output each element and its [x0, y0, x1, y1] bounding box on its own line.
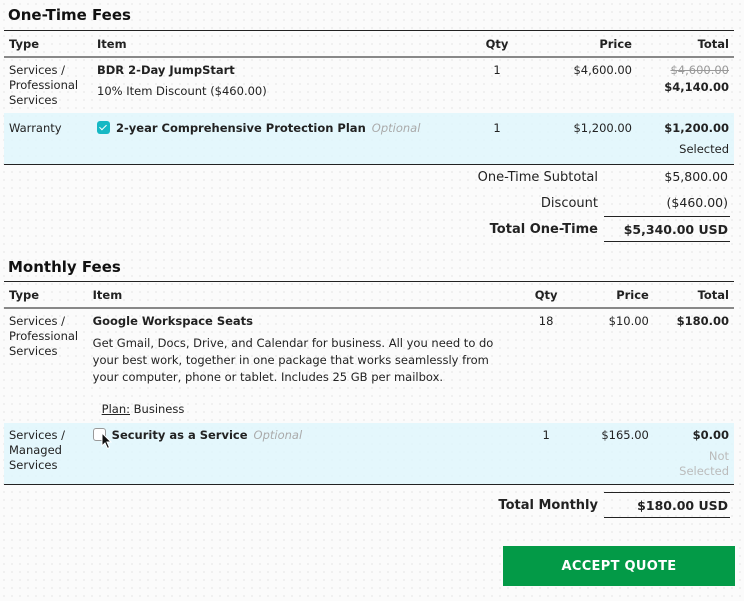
header-qty: Qty: [518, 282, 575, 309]
item-name: Security as a Service: [112, 428, 248, 442]
row-item: Google Workspace Seats Get Gmail, Docs, …: [88, 308, 518, 423]
optional-label: Optional: [254, 428, 303, 442]
total-monthly-row: Total Monthly $180.00 USD: [498, 492, 730, 518]
item-name: BDR 2-Day JumpStart: [97, 63, 452, 78]
checkbox-checked[interactable]: [97, 121, 110, 134]
one-time-fees-title: One-Time Fees: [8, 6, 131, 24]
accept-quote-button[interactable]: ACCEPT QUOTE: [503, 546, 735, 586]
subtotal-row: One-Time Subtotal $5,800.00: [478, 164, 730, 190]
row-type: Services / Professional Services: [4, 308, 88, 423]
row-item: BDR 2-Day JumpStart 10% Item Discount ($…: [92, 57, 457, 113]
row-total: $4,600.00 $4,140.00: [637, 57, 734, 113]
row-item: 2-year Comprehensive Protection Plan Opti…: [92, 113, 457, 165]
total-monthly-label: Total Monthly: [498, 498, 604, 513]
row-total: $0.00 Not Selected: [654, 423, 734, 485]
total-one-time-value: $5,340.00 USD: [604, 216, 730, 242]
header-price: Price: [575, 282, 654, 309]
row-price: $4,600.00: [537, 57, 637, 113]
row-qty: 1: [457, 113, 537, 165]
item-name: Google Workspace Seats: [93, 314, 513, 329]
table-row: Services / Professional Services BDR 2-D…: [4, 57, 734, 113]
row-qty: 18: [518, 308, 575, 423]
header-qty: Qty: [457, 31, 537, 58]
item-plan: Plan: Business: [102, 402, 513, 417]
discounted-total: $4,140.00: [642, 80, 729, 95]
row-price: $1,200.00: [537, 113, 637, 165]
discount-value: ($460.00): [604, 190, 730, 216]
monthly-summary: Total Monthly $180.00 USD: [498, 492, 730, 518]
subtotal-value: $5,800.00: [604, 164, 730, 190]
subtotal-label: One-Time Subtotal: [478, 170, 604, 185]
row-total-value: $0.00: [659, 428, 729, 443]
row-type: Warranty: [4, 113, 92, 165]
header-price: Price: [537, 31, 637, 58]
row-total: $180.00: [654, 308, 734, 423]
plan-label: Plan:: [102, 402, 130, 416]
mouse-cursor-icon: [100, 432, 114, 450]
row-type: Services / Professional Services: [4, 57, 92, 113]
discount-row: Discount ($460.00): [478, 190, 730, 216]
header-item: Item: [88, 282, 518, 309]
header-type: Type: [4, 31, 92, 58]
monthly-fees-title: Monthly Fees: [8, 258, 121, 276]
plan-value: Business: [134, 402, 185, 416]
row-type: Services / Managed Services: [4, 423, 88, 485]
table-header-row: Type Item Qty Price Total: [4, 31, 734, 58]
row-price: $165.00: [575, 423, 654, 485]
original-total: $4,600.00: [642, 63, 729, 78]
row-qty: 1: [518, 423, 575, 485]
one-time-fees-table: Type Item Qty Price Total Services / Pro…: [4, 30, 734, 165]
item-discount: 10% Item Discount ($460.00): [97, 84, 452, 99]
one-time-summary: One-Time Subtotal $5,800.00 Discount ($4…: [478, 164, 730, 242]
row-item: Security as a Service Optional: [88, 423, 518, 485]
selection-status: Selected: [642, 142, 729, 157]
table-row: Services / Professional Services Google …: [4, 308, 734, 423]
total-one-time-label: Total One-Time: [490, 222, 604, 237]
header-total: Total: [637, 31, 734, 58]
row-total-value: $1,200.00: [642, 121, 729, 136]
total-monthly-value: $180.00 USD: [604, 492, 730, 518]
header-total: Total: [654, 282, 734, 309]
row-price: $10.00: [575, 308, 654, 423]
row-total: $1,200.00 Selected: [637, 113, 734, 165]
selection-status: Not Selected: [659, 449, 729, 479]
total-one-time-row: Total One-Time $5,340.00 USD: [478, 216, 730, 242]
optional-label: Optional: [372, 121, 421, 135]
item-description: Get Gmail, Docs, Drive, and Calendar for…: [93, 335, 513, 386]
table-header-row: Type Item Qty Price Total: [4, 282, 734, 309]
header-type: Type: [4, 282, 88, 309]
row-qty: 1: [457, 57, 537, 113]
discount-label: Discount: [541, 196, 604, 211]
table-row-optional: Warranty 2-year Comprehensive Protection…: [4, 113, 734, 165]
item-name: 2-year Comprehensive Protection Plan: [116, 121, 366, 135]
header-item: Item: [92, 31, 457, 58]
monthly-fees-table: Type Item Qty Price Total Services / Pro…: [4, 281, 734, 485]
